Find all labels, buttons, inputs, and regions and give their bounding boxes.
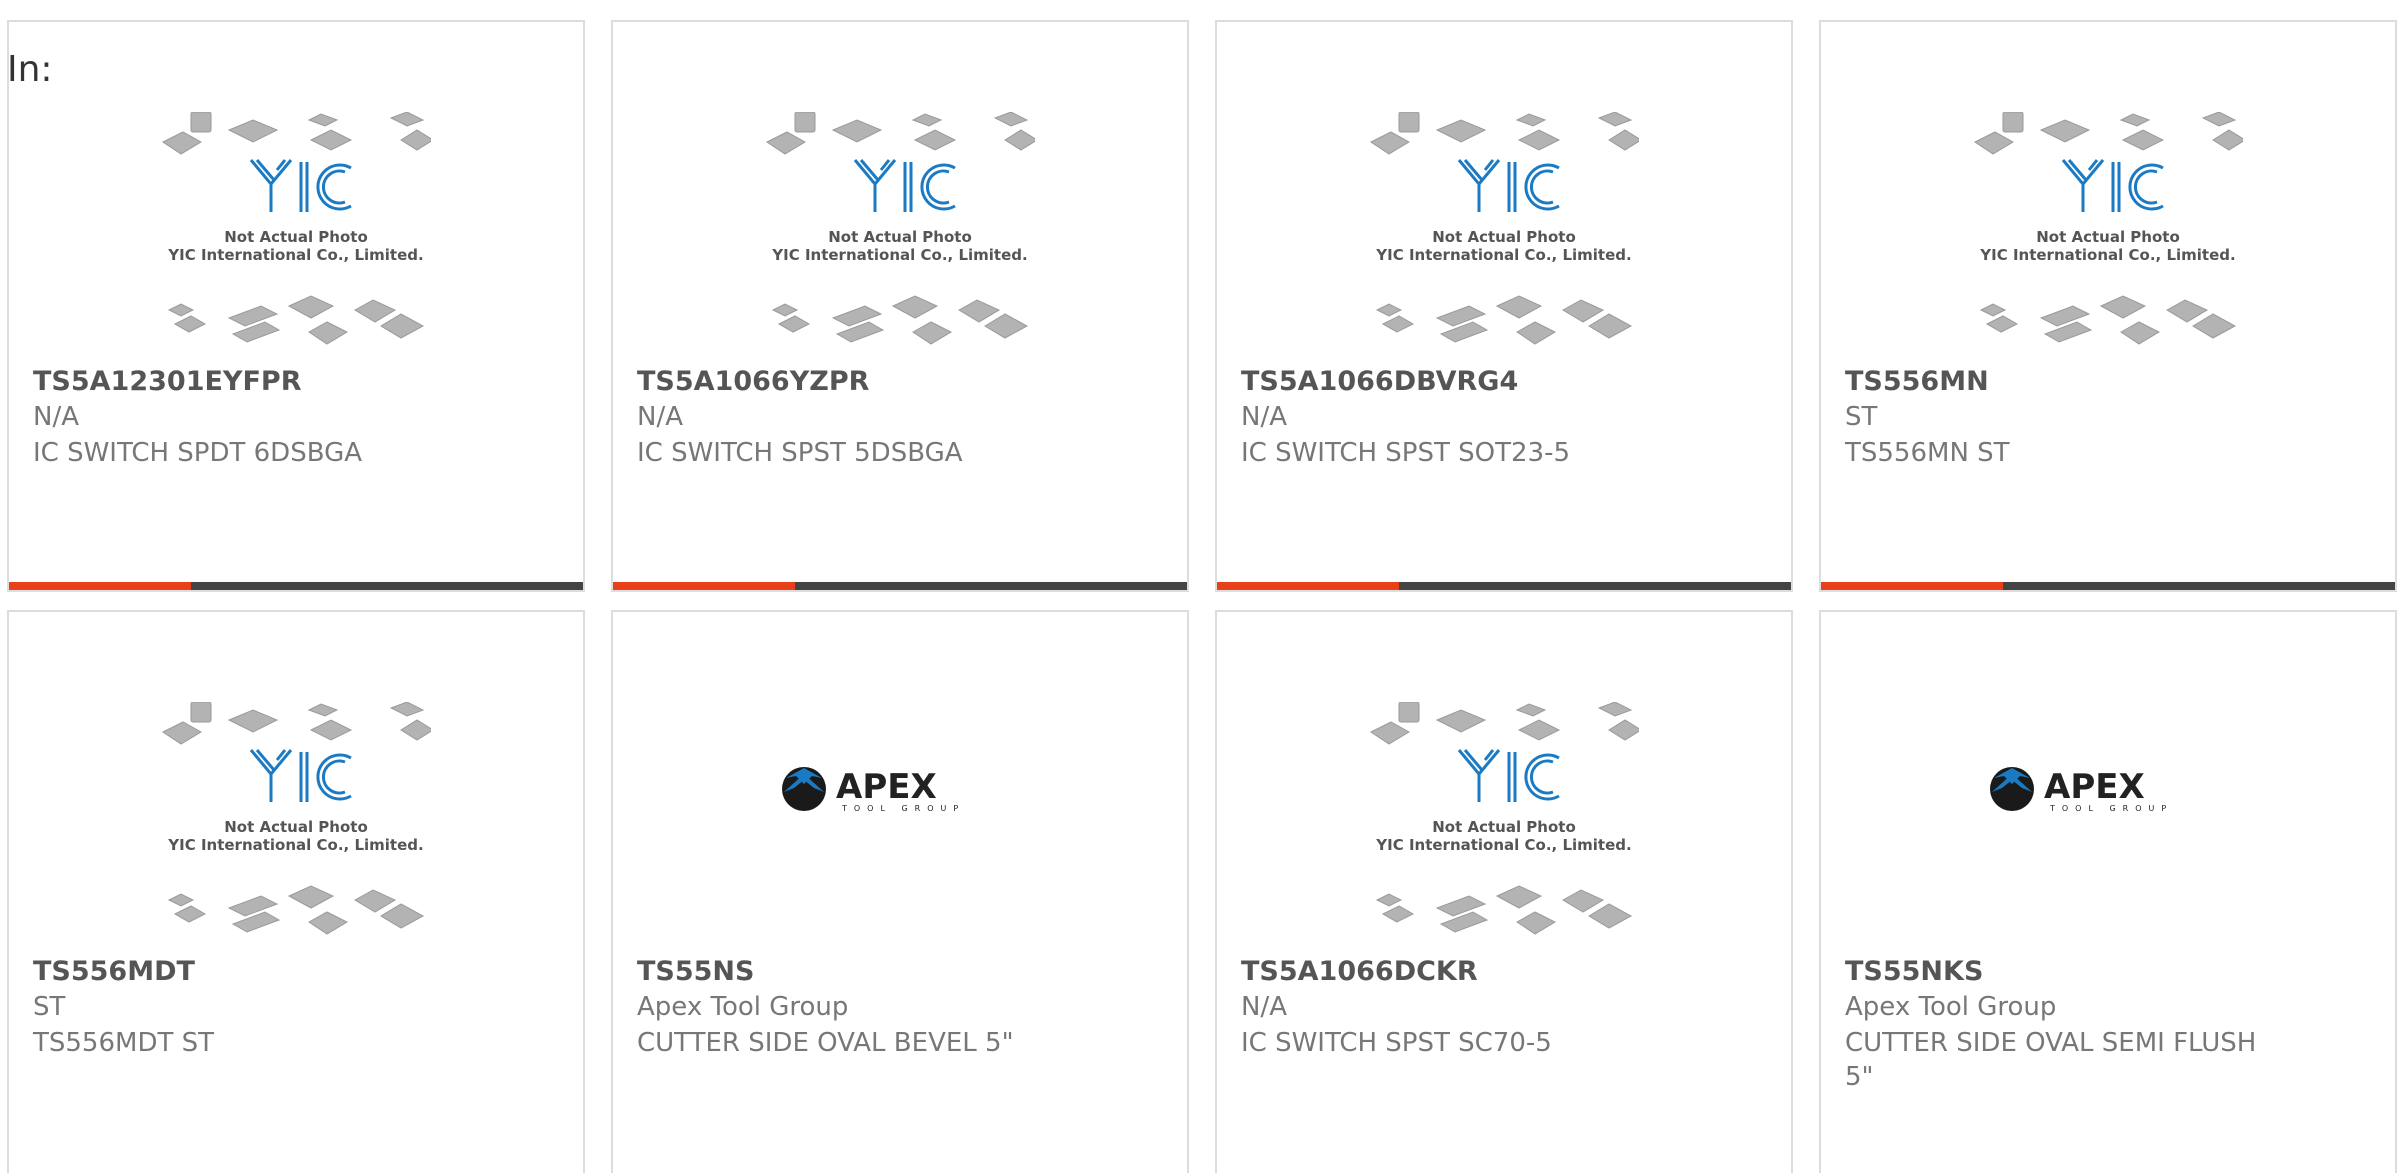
apex-logo-image: APEX TOOL GROUP xyxy=(782,767,965,813)
product-description: IC SWITCH SPST 5DSBGA xyxy=(637,438,963,468)
yic-placeholder-image: Not Actual Photo YIC International Co., … xyxy=(162,112,431,345)
placeholder-caption-1: Not Actual Photo xyxy=(1432,818,1576,836)
placeholder-caption-1: Not Actual Photo xyxy=(1432,228,1576,246)
card-accent-orange xyxy=(1821,582,2003,590)
yic-placeholder-image: Not Actual Photo YIC International Co., … xyxy=(1974,112,2243,345)
placeholder-caption-2: YIC International Co., Limited. xyxy=(1375,246,1631,264)
product-card[interactable]: Not Actual Photo YIC International Co., … xyxy=(1215,20,1793,592)
placeholder-caption-2: YIC International Co., Limited. xyxy=(167,836,423,854)
yic-placeholder-image: Not Actual Photo YIC International Co., … xyxy=(1370,702,1639,935)
placeholder-caption-1: Not Actual Photo xyxy=(828,228,972,246)
apex-tagline: TOOL GROUP xyxy=(841,804,965,813)
card-accent-bar xyxy=(613,582,1187,590)
product-card[interactable]: Not Actual Photo YIC International Co., … xyxy=(611,20,1189,592)
product-image[interactable]: Not Actual Photo YIC International Co., … xyxy=(1217,702,1791,964)
apex-tagline: TOOL GROUP xyxy=(2049,804,2173,813)
card-accent-bar xyxy=(1217,582,1791,590)
placeholder-caption-1: Not Actual Photo xyxy=(224,818,368,836)
product-image[interactable]: Not Actual Photo YIC International Co., … xyxy=(9,112,583,374)
product-manufacturer: Apex Tool Group xyxy=(637,992,849,1022)
apex-logo-icon xyxy=(1990,767,2034,811)
product-manufacturer: Apex Tool Group xyxy=(1845,992,2057,1022)
card-accent-orange xyxy=(613,582,795,590)
card-accent-bar xyxy=(9,582,583,590)
yic-placeholder-image: Not Actual Photo YIC International Co., … xyxy=(1370,112,1639,345)
product-image[interactable]: Not Actual Photo YIC International Co., … xyxy=(613,112,1187,374)
product-manufacturer: N/A xyxy=(637,402,683,432)
yic-placeholder-image: Not Actual Photo YIC International Co., … xyxy=(162,702,431,935)
yic-placeholder-image: Not Actual Photo YIC International Co., … xyxy=(766,112,1035,345)
placeholder-caption-2: YIC International Co., Limited. xyxy=(1979,246,2235,264)
product-card[interactable]: APEX TOOL GROUP TS55NS Apex Tool Group C… xyxy=(611,610,1189,1173)
product-part-number[interactable]: TS5A1066DBVRG4 xyxy=(1241,366,1518,397)
product-part-number[interactable]: TS556MDT xyxy=(33,956,195,987)
product-card[interactable]: Not Actual Photo YIC International Co., … xyxy=(1215,610,1793,1173)
apex-logo-image: APEX TOOL GROUP xyxy=(1990,767,2173,813)
product-part-number[interactable]: TS55NKS xyxy=(1845,956,1983,987)
product-image[interactable]: Not Actual Photo YIC International Co., … xyxy=(1217,112,1791,374)
product-part-number[interactable]: TS55NS xyxy=(637,956,754,987)
placeholder-caption-2: YIC International Co., Limited. xyxy=(1375,836,1631,854)
product-card[interactable]: Not Actual Photo YIC International Co., … xyxy=(7,20,585,592)
product-card[interactable]: Not Actual Photo YIC International Co., … xyxy=(1819,20,2397,592)
product-manufacturer: ST xyxy=(33,992,66,1022)
apex-wordmark: APEX xyxy=(836,767,937,807)
product-manufacturer: N/A xyxy=(33,402,79,432)
product-description: IC SWITCH SPDT 6DSBGA xyxy=(33,438,363,468)
apex-logo-icon xyxy=(782,767,826,811)
placeholder-caption-1: Not Actual Photo xyxy=(224,228,368,246)
product-part-number[interactable]: TS5A12301EYFPR xyxy=(33,366,302,397)
apex-wordmark: APEX xyxy=(2044,767,2145,807)
product-part-number[interactable]: TS556MN xyxy=(1845,366,1989,397)
placeholder-caption-1: Not Actual Photo xyxy=(2036,228,2180,246)
product-description: TS556MN ST xyxy=(1845,438,2010,468)
placeholder-caption-2: YIC International Co., Limited. xyxy=(771,246,1027,264)
product-manufacturer: N/A xyxy=(1241,992,1287,1022)
product-description: IC SWITCH SPST SC70-5 xyxy=(1241,1028,1552,1058)
product-card[interactable]: Not Actual Photo YIC International Co., … xyxy=(7,610,585,1173)
card-accent-orange xyxy=(9,582,191,590)
product-manufacturer: N/A xyxy=(1241,402,1287,432)
product-image[interactable]: Not Actual Photo YIC International Co., … xyxy=(1821,112,2395,374)
placeholder-caption-2: YIC International Co., Limited. xyxy=(167,246,423,264)
product-description: TS556MDT ST xyxy=(33,1028,214,1058)
card-accent-orange xyxy=(1217,582,1399,590)
product-description: CUTTER SIDE OVAL SEMI FLUSH 5" xyxy=(1845,1028,2257,1092)
in-label: In: xyxy=(7,49,53,90)
product-description: IC SWITCH SPST SOT23-5 xyxy=(1241,438,1570,468)
product-manufacturer: ST xyxy=(1845,402,1878,432)
product-part-number[interactable]: TS5A1066YZPR xyxy=(637,366,869,397)
card-accent-bar xyxy=(1821,582,2395,590)
product-description: CUTTER SIDE OVAL BEVEL 5" xyxy=(637,1028,1014,1058)
product-image[interactable]: Not Actual Photo YIC International Co., … xyxy=(9,702,583,964)
product-part-number[interactable]: TS5A1066DCKR xyxy=(1241,956,1478,987)
product-card[interactable]: APEX TOOL GROUP TS55NKS Apex Tool Group … xyxy=(1819,610,2397,1173)
